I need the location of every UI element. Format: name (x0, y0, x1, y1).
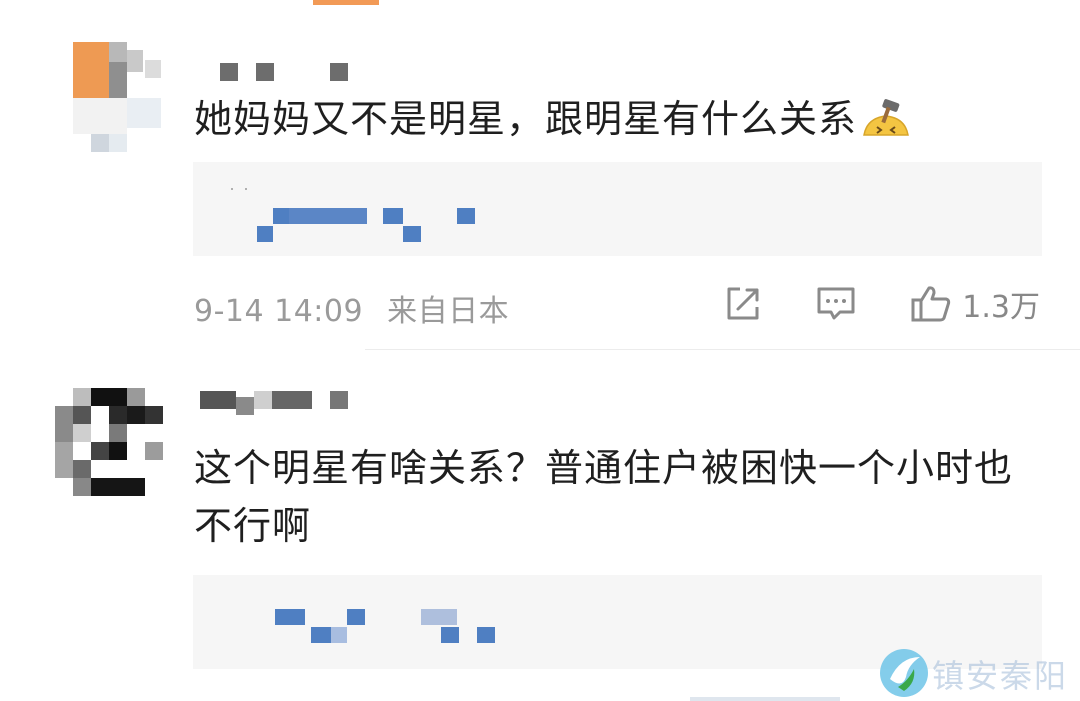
comment-divider (365, 349, 1080, 350)
comment-actions: 1.3万 (674, 282, 1040, 326)
comment-icon (817, 287, 855, 320)
comment-1: 她妈妈又不是明星，跟明星有什么关系 9-14 14:09 来自日本 1.3万 (0, 0, 1080, 350)
sub-reply-preview[interactable] (193, 162, 1042, 256)
comment-button[interactable] (816, 285, 856, 323)
meta-preview-strip (690, 697, 840, 701)
watermark-text: 镇安秦阳 (932, 657, 1069, 695)
like-button[interactable]: 1.3万 (910, 282, 1040, 326)
share-button[interactable] (724, 285, 762, 323)
comment-text: 这个明星有啥关系？普通住户被困快一个小时也不行啊 (194, 446, 1014, 548)
thumbs-up-icon (911, 286, 951, 322)
timestamp: 9-14 14:09 (194, 294, 364, 329)
comment-meta: 9-14 14:09 来自日本 (194, 286, 509, 330)
like-count: 1.3万 (962, 290, 1040, 325)
share-icon (727, 287, 759, 320)
avatar[interactable] (55, 388, 167, 500)
username[interactable] (200, 391, 400, 415)
hammer-emoji-icon (861, 96, 911, 136)
username[interactable] (200, 63, 400, 87)
watermark: 镇安秦阳 (878, 645, 1078, 701)
avatar[interactable] (55, 42, 167, 154)
comment-text: 她妈妈又不是明星，跟明星有什么关系 (194, 90, 1034, 148)
location: 来自日本 (387, 294, 510, 329)
watermark-logo-icon (880, 649, 928, 697)
